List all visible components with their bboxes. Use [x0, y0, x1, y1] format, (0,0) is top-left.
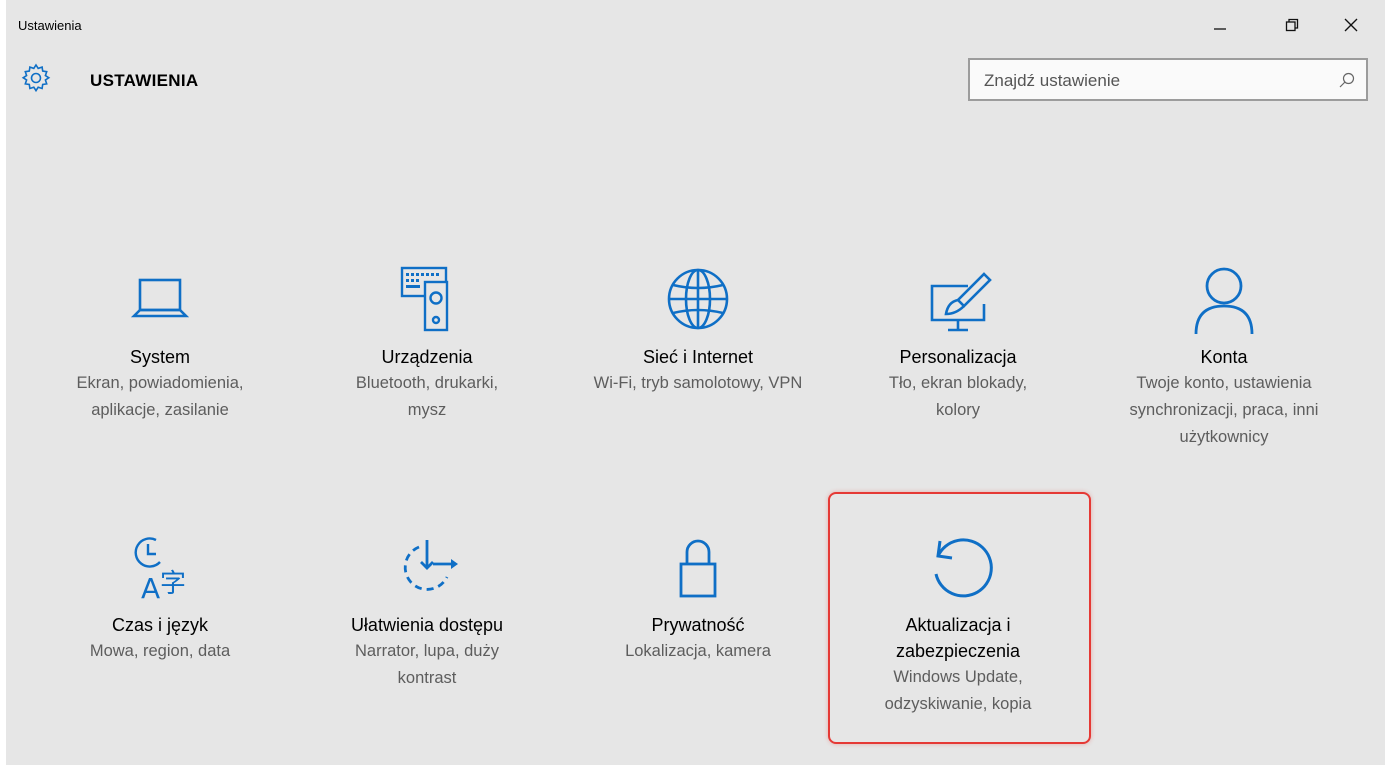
- search-input[interactable]: Znajdź ustawienie: [968, 58, 1368, 101]
- person-icon: [1194, 267, 1254, 334]
- highlight-box: [828, 492, 1091, 744]
- tile-time-language[interactable]: A 字 Czas i język Mowa, region, data: [40, 532, 280, 665]
- laptop-icon: [130, 278, 190, 318]
- tile-label: Personalizacja: [899, 347, 1017, 367]
- time-language-icon: A 字: [134, 537, 186, 602]
- gear-icon: [21, 63, 51, 93]
- tile-accounts[interactable]: Konta Twoje konto, ustawienia synchroniz…: [1104, 264, 1344, 451]
- tile-devices[interactable]: Urządzenia Bluetooth, drukarki, mysz: [307, 264, 547, 424]
- tile-system[interactable]: System Ekran, powiadomienia, aplikacje, …: [40, 264, 280, 424]
- ease-of-access-icon: [403, 540, 458, 591]
- minimize-icon: [1214, 28, 1226, 30]
- restore-icon: [1285, 18, 1299, 32]
- tile-desc: Lokalizacja, kamera: [625, 642, 771, 660]
- tile-desc: Twoje konto, ustawienia synchronizacji, …: [1129, 374, 1319, 446]
- svg-text:字: 字: [160, 569, 186, 599]
- tile-desc: Tło, ekran blokady, kolory: [888, 374, 1028, 419]
- tile-label: Ułatwienia dostępu: [350, 615, 504, 635]
- tile-label: Czas i język: [111, 615, 209, 635]
- tile-desc: Bluetooth, drukarki, mysz: [355, 374, 499, 419]
- tile-desc: Wi-Fi, tryb samolotowy, VPN: [593, 374, 803, 392]
- settings-window: Ustawienia USTAWIENIA Znajdź ustawienie: [6, 0, 1385, 765]
- tile-ease-of-access[interactable]: Ułatwienia dostępu Narrator, lupa, duży …: [307, 532, 547, 692]
- lock-icon: [679, 539, 717, 598]
- settings-header: USTAWIENIA Znajdź ustawienie: [6, 56, 1385, 106]
- tile-label: System: [129, 347, 190, 367]
- devices-icon: [400, 266, 449, 332]
- minimize-button[interactable]: [1200, 10, 1240, 40]
- personalization-icon: [930, 272, 992, 332]
- search-placeholder: Znajdź ustawienie: [984, 71, 1121, 90]
- search-icon[interactable]: [1338, 71, 1356, 89]
- tile-label: Sieć i Internet: [642, 347, 754, 367]
- close-button[interactable]: [1331, 10, 1371, 40]
- tile-desc: Mowa, region, data: [89, 642, 231, 660]
- svg-text:A: A: [141, 572, 160, 602]
- tile-label: Urządzenia: [381, 347, 473, 367]
- tile-label: Konta: [1200, 347, 1248, 367]
- page-title: USTAWIENIA: [90, 71, 199, 90]
- restore-button[interactable]: [1272, 10, 1312, 40]
- window-title: Ustawienia: [18, 18, 82, 33]
- tile-desc: Ekran, powiadomienia, aplikacje, zasilan…: [76, 374, 244, 419]
- tile-network[interactable]: Sieć i Internet Wi-Fi, tryb samolotowy, …: [578, 264, 818, 397]
- globe-icon: [667, 268, 729, 330]
- title-bar: Ustawienia: [6, 0, 1385, 48]
- tile-desc: Narrator, lupa, duży kontrast: [355, 642, 499, 687]
- close-icon: [1344, 18, 1358, 32]
- tile-privacy[interactable]: Prywatność Lokalizacja, kamera: [578, 532, 818, 665]
- tile-personalization[interactable]: Personalizacja Tło, ekran blokady, kolor…: [838, 264, 1078, 424]
- tile-label: Prywatność: [651, 615, 745, 635]
